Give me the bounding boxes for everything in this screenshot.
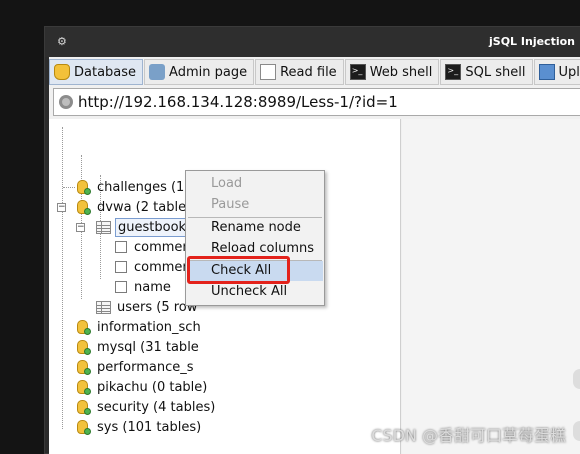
tab-label: SQL shell (465, 64, 526, 80)
database-icon (77, 179, 91, 195)
tree-line (62, 127, 63, 429)
column-checkbox[interactable] (115, 261, 127, 273)
database-icon (77, 319, 91, 335)
database-icon (54, 64, 70, 80)
gear-icon: ⚙ (57, 35, 67, 48)
node-label: information_sch (97, 319, 201, 335)
database-icon (77, 379, 91, 395)
tree-node-database[interactable]: information_sch (77, 317, 203, 337)
scroll-knob[interactable] (573, 369, 580, 389)
highlight-box (187, 256, 290, 284)
menu-item-rename-node[interactable]: Rename node (187, 218, 323, 238)
toolbar: Database Admin page Read file Web shell … (49, 59, 580, 85)
table-icon (96, 300, 111, 314)
tab-database[interactable]: Database (49, 59, 144, 85)
context-menu: Load Pause Rename node Reload columns Ch… (185, 170, 325, 306)
collapse-toggle[interactable]: − (57, 203, 66, 212)
database-icon (77, 199, 91, 215)
database-icon (77, 359, 91, 375)
watermark: CSDN @香甜可口草莓蛋糕 (371, 426, 566, 445)
tab-read-file[interactable]: Read file (255, 59, 344, 85)
column-checkbox[interactable] (115, 281, 127, 293)
tree-line (63, 187, 75, 188)
window-title: jSQL Injection (489, 35, 575, 48)
tree-node-database[interactable]: performance_s (77, 357, 196, 377)
tab-label: Database (74, 64, 137, 80)
collapse-toggle[interactable]: − (76, 223, 85, 232)
tree-node-database[interactable]: mysql (31 table (77, 337, 201, 357)
database-icon (77, 399, 91, 415)
desktop: ⚙ jSQL Injection Database Admin page Rea… (0, 0, 580, 454)
url-input[interactable] (78, 92, 576, 112)
tree-node-database[interactable]: sys (101 tables) (77, 417, 203, 437)
terminal-icon (445, 64, 462, 80)
address-bar (53, 88, 580, 116)
menu-item-uncheck-all[interactable]: Uncheck All (187, 282, 323, 302)
save-icon (538, 64, 555, 80)
tree-node-database[interactable]: pikachu (0 table) (77, 377, 209, 397)
tab-label: Read file (280, 64, 337, 80)
node-label: performance_s (97, 359, 194, 375)
tab-admin-page[interactable]: Admin page (144, 59, 255, 85)
terminal-icon (349, 64, 366, 80)
node-label: pikachu (0 table) (97, 379, 208, 395)
database-icon (77, 339, 91, 355)
column-checkbox[interactable] (115, 241, 127, 253)
tab-web-shell[interactable]: Web shell (344, 59, 440, 85)
table-icon (96, 220, 111, 234)
database-icon (77, 419, 91, 435)
tab-label: Admin page (169, 64, 248, 80)
globe-icon (59, 95, 73, 109)
result-panel (402, 119, 580, 454)
title-bar: ⚙ jSQL Injection (45, 27, 580, 57)
tree-node-database[interactable]: security (4 tables) (77, 397, 217, 417)
scroll-knob[interactable] (573, 421, 580, 441)
tree-node-table[interactable]: users (5 row (96, 297, 199, 317)
menu-item-pause: Pause (211, 197, 250, 212)
node-label: mysql (31 table (97, 339, 199, 355)
tab-sql-shell[interactable]: SQL shell (440, 59, 533, 85)
node-label: name (134, 279, 171, 295)
admin-icon (149, 64, 166, 80)
node-label: security (4 tables) (97, 399, 216, 415)
tree-node-column[interactable]: name (115, 277, 173, 297)
tree-node-database[interactable]: dvwa (2 tables) (77, 197, 200, 217)
menu-item-load: Load (211, 176, 243, 191)
file-icon (260, 64, 277, 80)
tab-upload[interactable]: Uplo (533, 59, 580, 85)
node-label: sys (101 tables) (97, 419, 202, 435)
tab-label: Web shell (369, 64, 433, 80)
tab-label: Uplo (558, 64, 580, 80)
